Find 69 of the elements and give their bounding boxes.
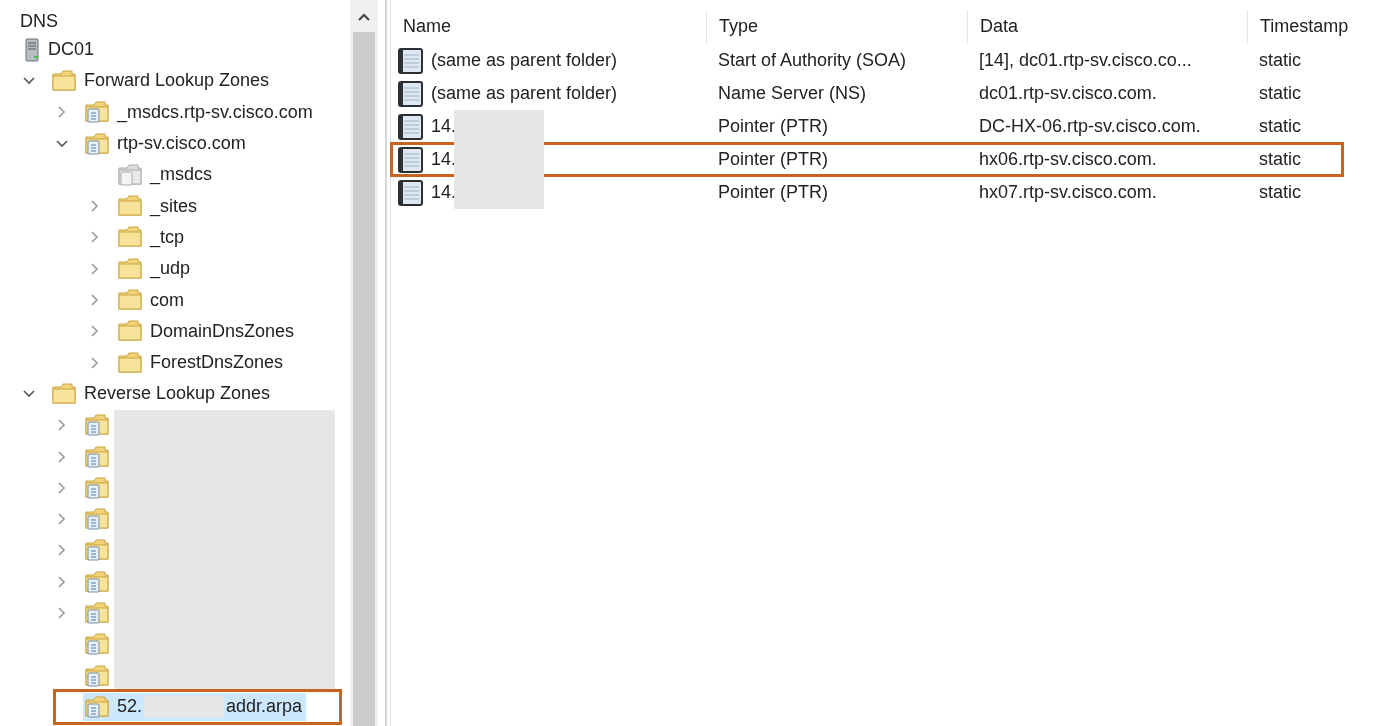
folder-icon: [118, 194, 142, 219]
table-cell: Pointer (PTR): [718, 182, 829, 203]
zone-folder-icon: [85, 569, 109, 594]
table-cell: static: [1259, 182, 1301, 203]
record-icon: [397, 178, 425, 207]
tree-item[interactable]: ForestDnsZones: [116, 348, 288, 377]
table-cell: (same as parent folder): [431, 83, 618, 104]
zone-folder-icon: [85, 663, 109, 688]
folder-icon: [52, 68, 76, 93]
table-cell: static: [1259, 83, 1301, 104]
scroll-thumb[interactable]: [353, 32, 375, 726]
folder-icon: [118, 350, 142, 375]
scrollbar[interactable]: [350, 0, 378, 726]
table-cell: Pointer (PTR): [718, 116, 829, 137]
server-icon: [24, 37, 40, 62]
tree-item[interactable]: Forward Lookup Zones: [50, 66, 274, 95]
table-cell: hx06.rtp-sv.cisco.com.: [979, 149, 1157, 170]
record-icon: [397, 46, 425, 75]
table-cell: hx07.rtp-sv.cisco.com.: [979, 182, 1157, 203]
record-icon: [397, 145, 425, 174]
record-icon: [397, 112, 425, 141]
table-cell: Name Server (NS): [718, 83, 867, 104]
zone-folder-icon: [85, 632, 109, 657]
zone-folder-icon: [85, 475, 109, 500]
table-cell: 14.: [431, 182, 457, 203]
tree-item[interactable]: _tcp: [116, 223, 189, 252]
folder-icon: [118, 162, 142, 187]
column-header[interactable]: Name: [391, 10, 706, 44]
zone-folder-icon: [85, 100, 109, 125]
scroll-up-icon[interactable]: [357, 12, 371, 22]
tree-item[interactable]: com: [116, 286, 188, 314]
zone-folder-icon: [85, 131, 109, 156]
folder-icon: [118, 225, 142, 250]
tree-item[interactable]: _msdcs: [116, 160, 216, 189]
tree-root-label[interactable]: DNS: [0, 8, 350, 34]
table-cell: (same as parent folder): [431, 50, 618, 71]
folder-icon: [118, 319, 142, 344]
zone-folder-icon: [85, 601, 109, 625]
zone-folder-icon: [85, 538, 109, 563]
table-cell: [14], dc01.rtp-sv.cisco.co...: [979, 50, 1192, 71]
tree-item[interactable]: _msdcs.rtp-sv.cisco.com: [83, 98, 317, 127]
table-cell: 14.: [431, 116, 457, 137]
column-header[interactable]: Type: [706, 10, 967, 44]
pane-splitter[interactable]: [385, 0, 391, 726]
table-cell: static: [1259, 149, 1301, 170]
table-cell: DC-HX-06.rtp-sv.cisco.com.: [979, 116, 1201, 137]
folder-icon: [52, 381, 76, 406]
zone-folder-icon: [85, 413, 109, 438]
tree-item[interactable]: rtp-sv.cisco.com: [83, 129, 250, 158]
tree-item[interactable]: _udp: [116, 254, 195, 283]
tree-item[interactable]: _sites: [116, 192, 202, 221]
folder-icon: [118, 256, 142, 281]
table-cell: 14.: [431, 149, 457, 170]
table-cell: Start of Authority (SOA): [718, 50, 907, 71]
record-icon: [397, 79, 425, 108]
column-header[interactable]: Data: [967, 10, 1247, 44]
tree-item[interactable]: Reverse Lookup Zones: [50, 379, 275, 408]
tree-item[interactable]: DC01: [22, 35, 99, 64]
zone-folder-icon: [85, 507, 109, 532]
tree-item[interactable]: DomainDnsZones: [116, 317, 299, 346]
table-cell: static: [1259, 116, 1301, 137]
column-header[interactable]: Timestamp: [1247, 10, 1377, 44]
table-cell: dc01.rtp-sv.cisco.com.: [979, 83, 1157, 104]
table-cell: static: [1259, 50, 1301, 71]
folder-icon: [118, 288, 142, 312]
zone-folder-icon: [85, 444, 109, 469]
tree-item[interactable]: 52. addr.arpa: [83, 692, 307, 721]
table-cell: Pointer (PTR): [718, 149, 829, 170]
zone-folder-icon: [85, 694, 109, 719]
